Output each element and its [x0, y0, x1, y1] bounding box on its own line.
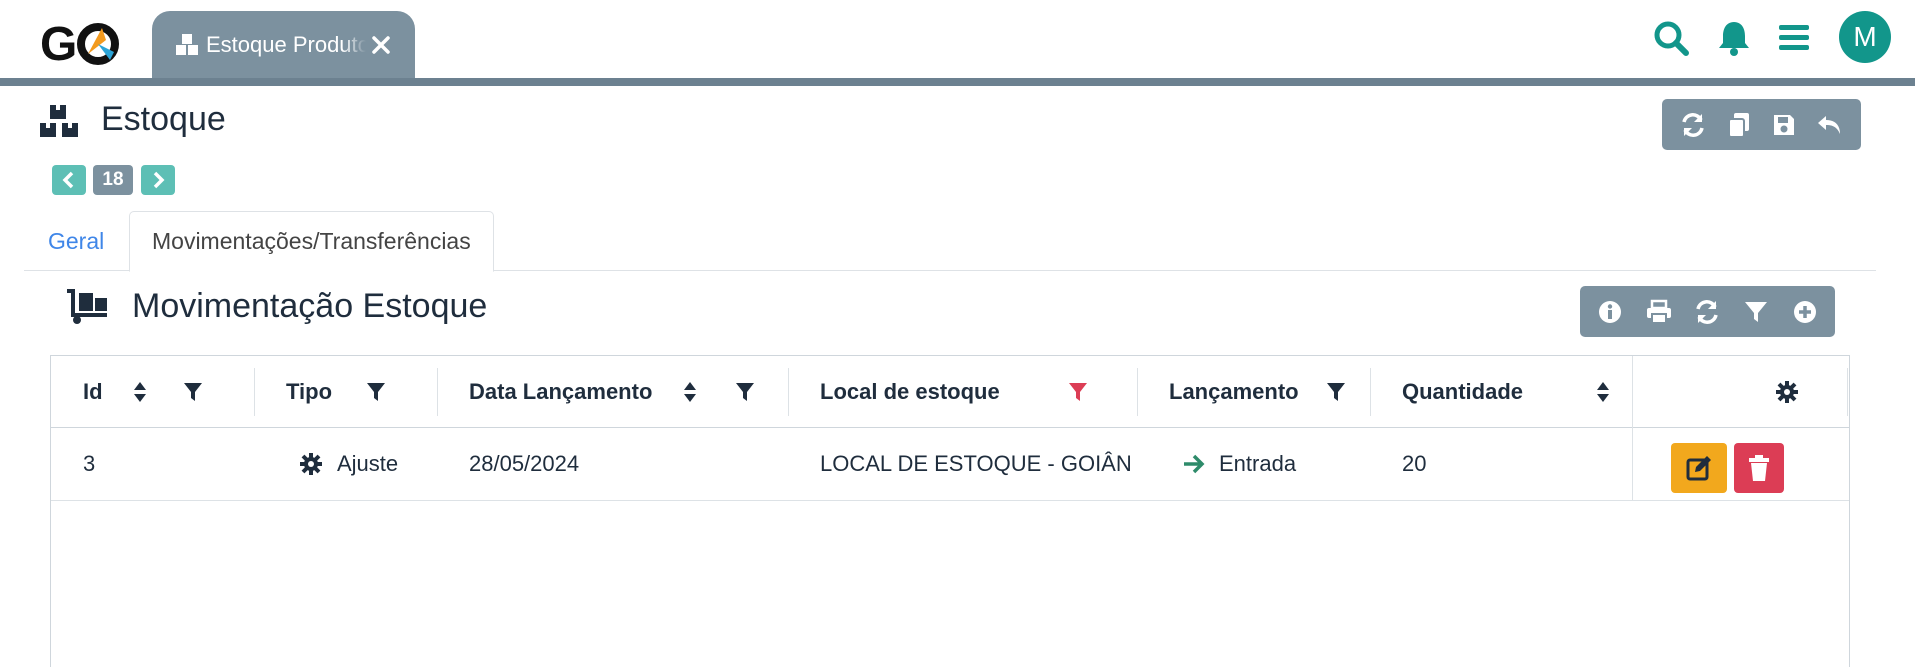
cell-lancamento: Entrada: [1219, 451, 1297, 476]
filter-icon[interactable]: [734, 380, 756, 404]
column-divider: [788, 368, 789, 416]
dolly-icon: [67, 289, 107, 324]
edit-button[interactable]: [1671, 443, 1727, 493]
boxes-icon: [176, 33, 198, 55]
gear-icon: [300, 453, 322, 475]
back-button[interactable]: [1813, 108, 1847, 142]
trash-icon: [1749, 455, 1769, 481]
bell-icon[interactable]: [1714, 18, 1754, 58]
refresh-grid-button[interactable]: [1690, 295, 1724, 329]
next-record-button[interactable]: [141, 165, 175, 195]
column-header-quantidade[interactable]: Quantidade: [1402, 356, 1523, 428]
cell-id: 3: [83, 451, 96, 476]
page-title: Estoque: [101, 100, 226, 138]
undo-icon: [1818, 115, 1841, 134]
column-divider: [1370, 368, 1371, 416]
column-divider: [1847, 368, 1848, 416]
chevron-right-icon: [153, 171, 165, 189]
cell-data-lancamento: 28/05/2024: [469, 451, 580, 476]
save-button[interactable]: [1767, 108, 1801, 142]
menu-icon[interactable]: [1774, 18, 1814, 58]
sort-icon[interactable]: [679, 380, 701, 404]
column-divider: [437, 368, 438, 416]
chevron-left-icon: [62, 171, 74, 189]
column-header-lancamento[interactable]: Lançamento: [1169, 356, 1299, 428]
column-divider: [254, 368, 255, 416]
grid-toolbar: [1580, 286, 1835, 337]
info-icon: [1599, 300, 1622, 323]
filter-icon[interactable]: [365, 380, 387, 404]
print-button[interactable]: [1642, 295, 1676, 329]
filter-icon[interactable]: [1325, 380, 1347, 404]
table-header: Id Tipo Data Lançamento Local de estoque…: [51, 356, 1849, 428]
copy-icon: [1727, 112, 1749, 138]
sort-icon[interactable]: [129, 380, 151, 404]
boxes-icon: [40, 105, 78, 137]
cell-local-de-estoque: LOCAL DE ESTOQUE - GOIÂN: [820, 451, 1132, 476]
search-icon[interactable]: [1651, 18, 1691, 58]
refresh-button[interactable]: [1676, 108, 1710, 142]
movements-table: Id Tipo Data Lançamento Local de estoque…: [50, 355, 1850, 667]
column-header-id[interactable]: Id: [83, 356, 103, 428]
record-toolbar: [1662, 99, 1861, 150]
filter-button[interactable]: [1739, 295, 1773, 329]
delete-button[interactable]: [1734, 443, 1784, 493]
cell-quantidade: 20: [1402, 451, 1427, 476]
column-divider: [1137, 368, 1138, 416]
cell-tipo: Ajuste: [337, 451, 399, 476]
arrow-right-icon: [1184, 454, 1205, 474]
close-icon[interactable]: [370, 34, 392, 56]
top-bar: G Estoque Produto M: [0, 0, 1915, 78]
column-header-local-de-estoque[interactable]: Local de estoque: [820, 356, 1000, 428]
record-number-badge: 18: [93, 165, 133, 195]
copy-button[interactable]: [1722, 108, 1756, 142]
filter-active-icon[interactable]: [1067, 380, 1089, 404]
tab-movimentacoes[interactable]: Movimentações/Transferências: [129, 211, 494, 272]
gear-icon[interactable]: [1775, 380, 1799, 404]
column-header-data-lancamento[interactable]: Data Lançamento: [469, 356, 652, 428]
tab-label: Estoque Produto: [206, 31, 366, 57]
tab-geral[interactable]: Geral: [48, 211, 104, 271]
print-icon: [1646, 299, 1671, 324]
info-button[interactable]: [1593, 295, 1627, 329]
filter-icon: [1745, 301, 1768, 322]
save-icon: [1774, 114, 1795, 135]
sort-icon[interactable]: [1592, 380, 1614, 404]
previous-record-button[interactable]: [52, 165, 86, 195]
go-logo[interactable]: G: [40, 14, 124, 70]
user-avatar[interactable]: M: [1839, 11, 1891, 63]
open-tab-estoque-produto[interactable]: Estoque Produto: [152, 11, 415, 78]
section-title: Movimentação Estoque: [132, 287, 488, 325]
topbar-divider: [0, 78, 1915, 86]
section-tabs: Geral Movimentações/Transferências: [24, 211, 1876, 272]
column-header-tipo[interactable]: Tipo: [286, 356, 332, 428]
edit-icon: [1686, 456, 1711, 481]
plus-circle-icon: [1793, 300, 1816, 323]
add-button[interactable]: [1788, 295, 1822, 329]
filter-icon[interactable]: [182, 380, 204, 404]
refresh-icon: [1696, 299, 1719, 324]
svg-text:G: G: [40, 18, 77, 70]
refresh-icon: [1682, 112, 1704, 137]
table-row[interactable]: 3 Ajuste 28/05/2024 LOCAL DE ESTOQUE - G…: [51, 428, 1849, 501]
